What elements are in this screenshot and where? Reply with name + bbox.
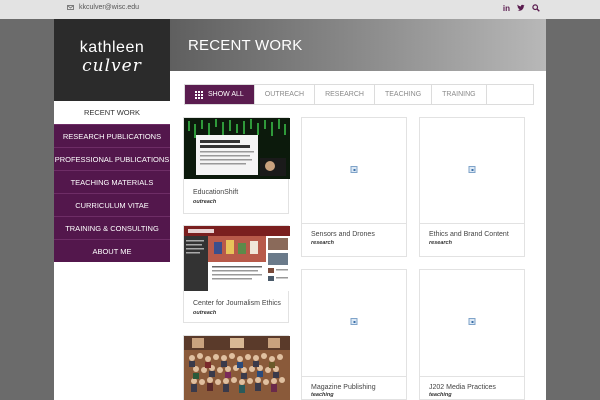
educationshift-thumbnail	[184, 118, 290, 179]
broken-image-icon	[350, 318, 358, 325]
portfolio-card[interactable]: EducationShift outreach	[183, 117, 290, 214]
linkedin-icon[interactable]: in	[503, 4, 510, 13]
logo-last-name: culver	[82, 56, 142, 76]
filter-outreach[interactable]: OUTREACH	[255, 85, 316, 104]
email-text[interactable]: kkculver@wisc.edu	[79, 4, 139, 11]
card-category: outreach	[193, 199, 217, 205]
portfolio-card[interactable]: Sensors and Drones research	[301, 117, 407, 257]
page-wrapper: kathleen culver RECENT WORK RECENT WORK …	[54, 19, 546, 400]
journalism-ethics-thumbnail	[184, 226, 290, 291]
card-category: outreach	[193, 310, 217, 316]
sidebar-item-about-me[interactable]: ABOUT ME	[54, 239, 170, 262]
card-title: Magazine Publishing	[311, 384, 376, 391]
broken-image-icon	[468, 318, 476, 325]
social-links: in	[503, 4, 540, 13]
card-title: Center for Journalism Ethics	[193, 300, 281, 307]
grid-icon	[195, 90, 203, 99]
card-title: EducationShift	[193, 189, 239, 196]
filter-teaching[interactable]: TEACHING	[375, 85, 433, 104]
broken-image-icon	[350, 166, 358, 173]
sidebar-nav: RECENT WORK RESEARCH PUBLICATIONS PROFES…	[54, 101, 170, 262]
filter-training[interactable]: TRAINING	[432, 85, 487, 104]
sidebar-item-research-publications[interactable]: RESEARCH PUBLICATIONS	[54, 124, 170, 147]
top-bar: kkculver@wisc.edu in	[0, 0, 600, 19]
filter-research[interactable]: RESEARCH	[315, 85, 375, 104]
portfolio-card[interactable]: Ethics and Brand Content research	[419, 117, 525, 257]
sidebar-item-professional-publications[interactable]: PROFESSIONAL PUBLICATIONS	[54, 147, 170, 170]
card-title: Sensors and Drones	[311, 231, 375, 238]
site-logo[interactable]: kathleen culver	[54, 19, 170, 101]
filter-label: SHOW ALL	[208, 91, 244, 98]
twitter-icon[interactable]	[517, 4, 525, 12]
contact-email[interactable]: kkculver@wisc.edu	[67, 4, 139, 11]
card-title: Ethics and Brand Content	[429, 231, 509, 238]
portfolio-card[interactable]: J202 Media Practices teaching	[419, 269, 525, 400]
card-category: teaching	[429, 392, 452, 398]
filter-show-all[interactable]: SHOW ALL	[185, 85, 255, 104]
logo-first-name: kathleen	[79, 39, 145, 56]
card-title: J202 Media Practices	[429, 384, 496, 391]
sidebar-item-training-consulting[interactable]: TRAINING & CONSULTING	[54, 216, 170, 239]
card-category: research	[429, 240, 452, 246]
portfolio-filter-bar: SHOW ALL OUTREACH RESEARCH TEACHING TRAI…	[184, 84, 534, 105]
search-icon[interactable]	[532, 4, 540, 12]
card-category: teaching	[311, 392, 334, 398]
sidebar-item-teaching-materials[interactable]: TEACHING MATERIALS	[54, 170, 170, 193]
sidebar-item-curriculum-vitae[interactable]: CURRICULUM VITAE	[54, 193, 170, 216]
group-photo-thumbnail	[184, 336, 290, 400]
portfolio-card[interactable]: Center for Journalism Ethics outreach	[183, 225, 290, 323]
portfolio-card[interactable]: Magazine Publishing teaching	[301, 269, 407, 400]
page-title: RECENT WORK	[188, 37, 303, 54]
broken-image-icon	[468, 166, 476, 173]
mail-icon	[67, 5, 74, 10]
sidebar-item-recent-work[interactable]: RECENT WORK	[54, 101, 170, 124]
portfolio-card[interactable]	[183, 335, 290, 400]
card-category: research	[311, 240, 334, 246]
page-banner: RECENT WORK	[170, 19, 546, 71]
